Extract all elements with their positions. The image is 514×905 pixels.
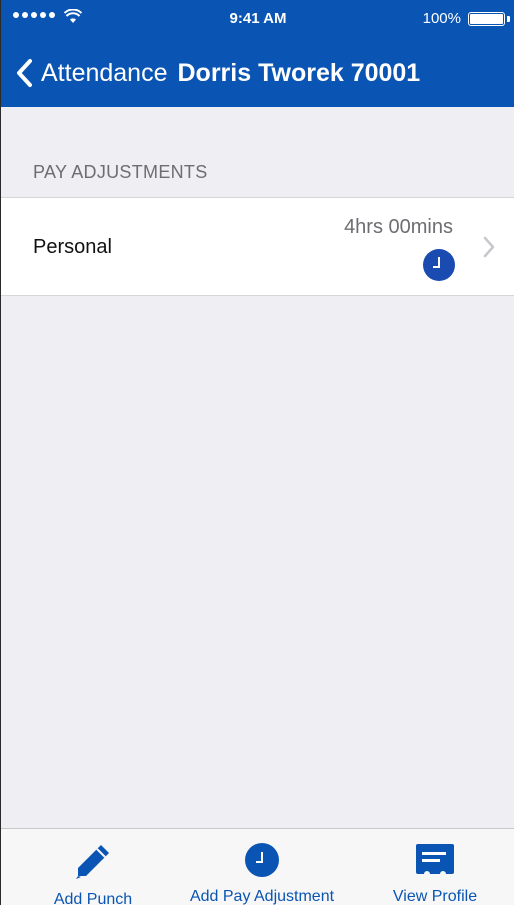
tab-label: Add Pay Adjustment <box>189 888 335 905</box>
pencil-icon <box>76 845 109 879</box>
section-header: PAY ADJUSTMENTS <box>33 162 208 182</box>
page-title: Dorris Tworek 70001 <box>177 58 421 87</box>
row-label: Personal <box>33 236 112 258</box>
tab-label: Add Punch <box>53 891 133 905</box>
chevron-right-icon <box>483 236 495 258</box>
tab-bar: Add Punch Add Pay Adjustment View Profil… <box>1 828 514 905</box>
navigation-bar: Attendance Dorris Tworek 70001 <box>1 48 514 102</box>
app-screen: 9:41 AM 100% Attendance Dorris Tworek 70… <box>0 0 514 905</box>
list-item[interactable]: Personal 4hrs 00mins <box>1 197 514 296</box>
header: 9:41 AM 100% Attendance Dorris Tworek 70… <box>1 0 514 107</box>
status-bar: 9:41 AM 100% <box>1 0 514 40</box>
id-card-icon <box>416 843 454 877</box>
tab-label: View Profile <box>392 888 478 905</box>
chevron-left-icon <box>17 59 32 87</box>
clock-icon <box>423 249 455 281</box>
clock-icon <box>245 842 279 877</box>
back-button[interactable]: Attendance Dorris Tworek 70001 <box>15 58 420 88</box>
add-punch-button[interactable]: Add Punch <box>23 829 163 905</box>
add-pay-adjustment-button[interactable]: Add Pay Adjustment <box>177 829 347 905</box>
view-profile-button[interactable]: View Profile <box>365 829 505 905</box>
battery-nub <box>507 16 510 22</box>
back-label: Attendance <box>41 58 168 87</box>
battery-percentage: 100% <box>422 10 461 27</box>
row-duration: 4hrs 00mins <box>344 216 453 238</box>
battery-icon <box>468 12 505 26</box>
